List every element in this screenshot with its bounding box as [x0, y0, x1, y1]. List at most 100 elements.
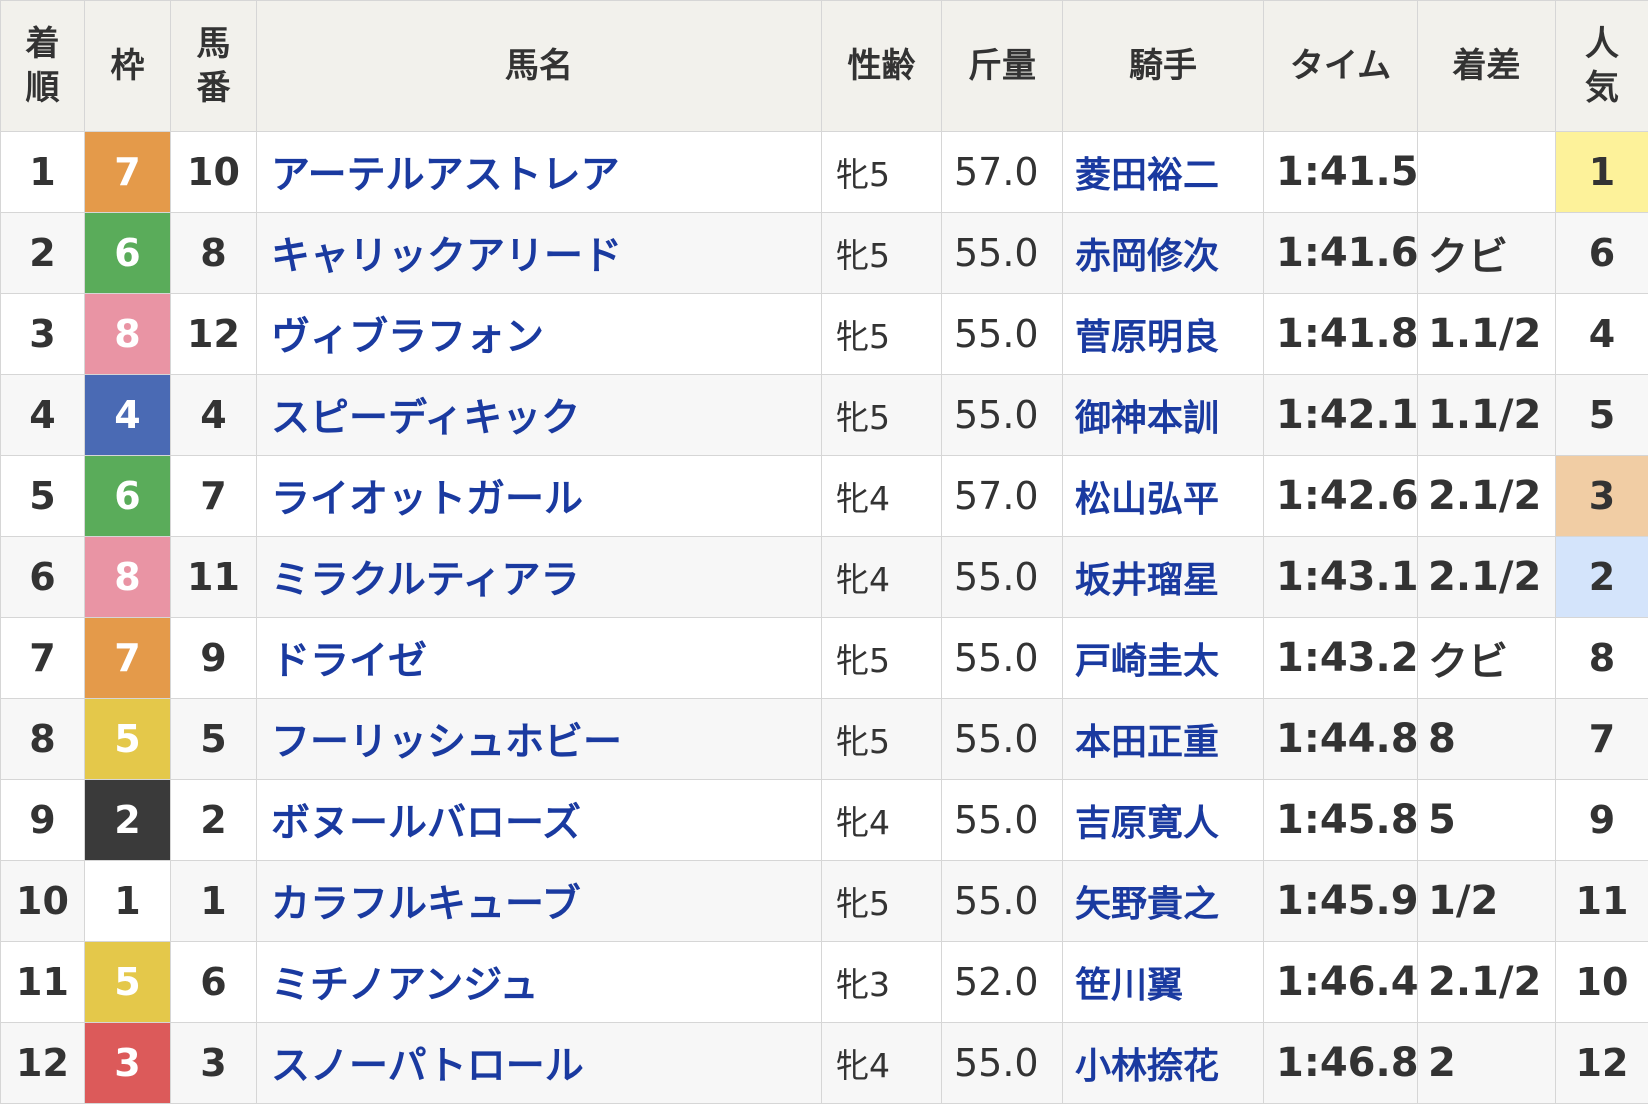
weight-cell: 57.0 [942, 132, 1063, 213]
horse-name-link[interactable]: ボヌールバローズ [257, 780, 822, 861]
time-cell: 1:45.9 [1264, 861, 1418, 942]
time-cell: 1:43.2 [1264, 618, 1418, 699]
race-results-table: 着順 枠 馬番 馬名 性齢 斤量 騎手 タイム 着差 人気 1 7 10 アーテ… [0, 0, 1648, 1104]
table-row: 3 8 12 ヴィブラフォン 牝5 55.0 菅原明良 1:41.8 1.1/2… [1, 294, 1648, 375]
horse-name-link[interactable]: ミラクルティアラ [257, 537, 822, 618]
table-row: 12 3 3 スノーパトロール 牝4 55.0 小林捺花 1:46.8 2 12 [1, 1023, 1648, 1104]
jockey-link[interactable]: 菅原明良 [1063, 294, 1264, 375]
margin-cell: 2.1/2 [1418, 456, 1556, 537]
horse-name-link[interactable]: スノーパトロール [257, 1023, 822, 1104]
popularity-cell: 9 [1556, 780, 1648, 861]
horse-number-cell: 8 [171, 213, 257, 294]
horse-number-cell: 5 [171, 699, 257, 780]
header-number-line2: 番 [197, 68, 231, 108]
time-cell: 1:43.1 [1264, 537, 1418, 618]
margin-cell: 2.1/2 [1418, 537, 1556, 618]
header-frame: 枠 [85, 1, 171, 132]
rank-cell: 8 [1, 699, 85, 780]
header-rank-line1: 着 [26, 24, 60, 64]
time-cell: 1:42.1 [1264, 375, 1418, 456]
margin-cell [1418, 132, 1556, 213]
header-time: タイム [1264, 1, 1418, 132]
popularity-cell: 11 [1556, 861, 1648, 942]
table-row: 10 1 1 カラフルキューブ 牝5 55.0 矢野貴之 1:45.9 1/2 … [1, 861, 1648, 942]
margin-cell: 2.1/2 [1418, 942, 1556, 1023]
margin-cell: 5 [1418, 780, 1556, 861]
table-row: 7 7 9 ドライゼ 牝5 55.0 戸崎圭太 1:43.2 クビ 8 [1, 618, 1648, 699]
horse-name-link[interactable]: ドライゼ [257, 618, 822, 699]
jockey-link[interactable]: 御神本訓 [1063, 375, 1264, 456]
horse-name-link[interactable]: ミチノアンジュ [257, 942, 822, 1023]
header-popularity-line2: 気 [1585, 68, 1619, 108]
jockey-link[interactable]: 坂井瑠星 [1063, 537, 1264, 618]
frame-cell: 1 [85, 861, 171, 942]
jockey-link[interactable]: 本田正重 [1063, 699, 1264, 780]
horse-number-cell: 12 [171, 294, 257, 375]
horse-number-cell: 3 [171, 1023, 257, 1104]
header-rank-line2: 順 [26, 68, 60, 108]
jockey-link[interactable]: 菱田裕二 [1063, 132, 1264, 213]
popularity-cell: 10 [1556, 942, 1648, 1023]
frame-cell: 5 [85, 699, 171, 780]
frame-cell: 8 [85, 294, 171, 375]
weight-cell: 57.0 [942, 456, 1063, 537]
sex-age-cell: 牝5 [822, 132, 942, 213]
horse-name-link[interactable]: キャリックアリード [257, 213, 822, 294]
header-weight: 斤量 [942, 1, 1063, 132]
rank-cell: 5 [1, 456, 85, 537]
table-row: 6 8 11 ミラクルティアラ 牝4 55.0 坂井瑠星 1:43.1 2.1/… [1, 537, 1648, 618]
sex-age-cell: 牝5 [822, 375, 942, 456]
table-row: 9 2 2 ボヌールバローズ 牝4 55.0 吉原寛人 1:45.8 5 9 [1, 780, 1648, 861]
jockey-link[interactable]: 吉原寛人 [1063, 780, 1264, 861]
popularity-cell: 6 [1556, 213, 1648, 294]
frame-cell: 6 [85, 456, 171, 537]
frame-cell: 6 [85, 213, 171, 294]
popularity-cell: 2 [1556, 537, 1648, 618]
horse-number-cell: 2 [171, 780, 257, 861]
jockey-link[interactable]: 戸崎圭太 [1063, 618, 1264, 699]
margin-cell: 1/2 [1418, 861, 1556, 942]
margin-cell: 8 [1418, 699, 1556, 780]
weight-cell: 55.0 [942, 537, 1063, 618]
header-popularity-line1: 人 [1585, 24, 1619, 64]
jockey-link[interactable]: 赤岡修次 [1063, 213, 1264, 294]
time-cell: 1:46.8 [1264, 1023, 1418, 1104]
weight-cell: 55.0 [942, 780, 1063, 861]
frame-cell: 7 [85, 132, 171, 213]
popularity-cell: 8 [1556, 618, 1648, 699]
popularity-cell: 12 [1556, 1023, 1648, 1104]
frame-cell: 2 [85, 780, 171, 861]
weight-cell: 55.0 [942, 294, 1063, 375]
horse-name-link[interactable]: カラフルキューブ [257, 861, 822, 942]
table-row: 5 6 7 ライオットガール 牝4 57.0 松山弘平 1:42.6 2.1/2… [1, 456, 1648, 537]
horse-name-link[interactable]: アーテルアストレア [257, 132, 822, 213]
jockey-link[interactable]: 矢野貴之 [1063, 861, 1264, 942]
margin-cell: 1.1/2 [1418, 375, 1556, 456]
margin-cell: 1.1/2 [1418, 294, 1556, 375]
horse-name-link[interactable]: スピーディキック [257, 375, 822, 456]
horse-number-cell: 11 [171, 537, 257, 618]
sex-age-cell: 牝5 [822, 618, 942, 699]
rank-cell: 1 [1, 132, 85, 213]
rank-cell: 7 [1, 618, 85, 699]
sex-age-cell: 牝4 [822, 456, 942, 537]
horse-name-link[interactable]: ヴィブラフォン [257, 294, 822, 375]
header-number: 馬番 [171, 1, 257, 132]
horse-name-link[interactable]: ライオットガール [257, 456, 822, 537]
horse-name-link[interactable]: フーリッシュホビー [257, 699, 822, 780]
jockey-link[interactable]: 小林捺花 [1063, 1023, 1264, 1104]
time-cell: 1:45.8 [1264, 780, 1418, 861]
jockey-link[interactable]: 笹川翼 [1063, 942, 1264, 1023]
jockey-link[interactable]: 松山弘平 [1063, 456, 1264, 537]
rank-cell: 4 [1, 375, 85, 456]
time-cell: 1:44.8 [1264, 699, 1418, 780]
horse-number-cell: 1 [171, 861, 257, 942]
sex-age-cell: 牝3 [822, 942, 942, 1023]
weight-cell: 55.0 [942, 1023, 1063, 1104]
sex-age-cell: 牝5 [822, 699, 942, 780]
time-cell: 1:41.8 [1264, 294, 1418, 375]
rank-cell: 3 [1, 294, 85, 375]
popularity-cell: 7 [1556, 699, 1648, 780]
rank-cell: 10 [1, 861, 85, 942]
frame-cell: 3 [85, 1023, 171, 1104]
